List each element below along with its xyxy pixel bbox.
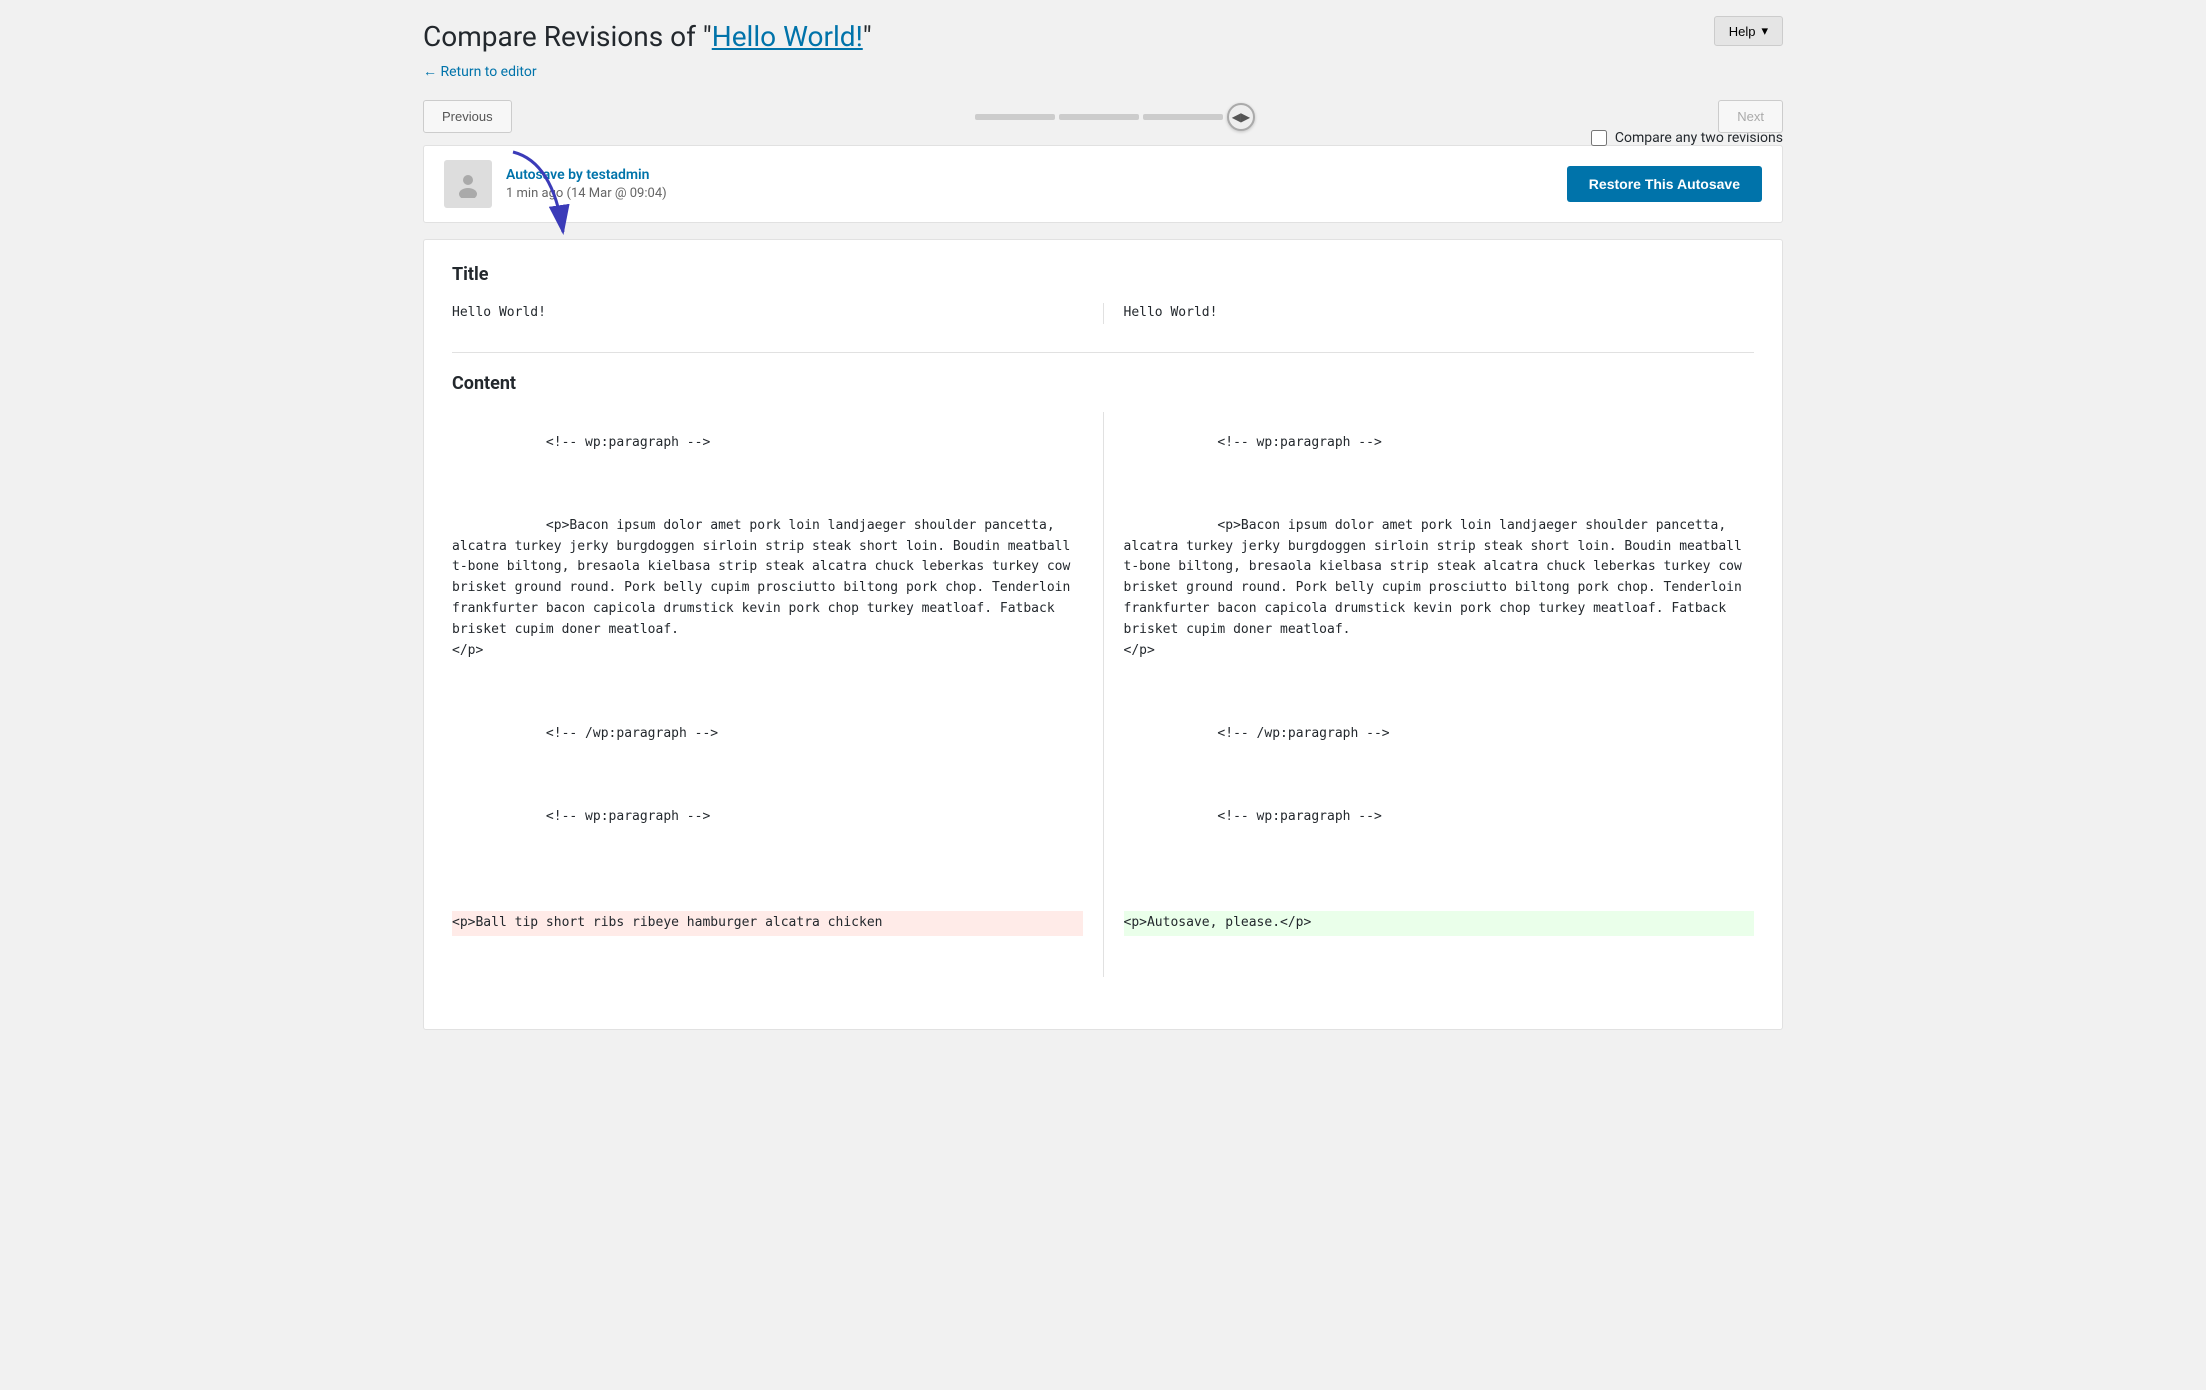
diff-title-section: Title Hello World! Hello World! <box>452 264 1754 324</box>
title-section-heading: Title <box>452 264 1754 285</box>
help-button[interactable]: Help ▾ <box>1714 16 1783 46</box>
time-ago: 1 min ago <box>506 186 563 201</box>
right-comment-close: <!-- /wp:paragraph --> <box>1217 726 1389 741</box>
diff-area: Title Hello World! Hello World! Content … <box>423 239 1783 1030</box>
content-left-block-5: <p>Ball tip short ribs ribeye hamburger … <box>452 869 1083 977</box>
section-divider <box>452 352 1754 353</box>
content-left-block-2: <p>Bacon ipsum dolor amet pork loin land… <box>452 495 1083 682</box>
slider-track <box>975 114 1223 120</box>
content-right-block-3: <!-- /wp:paragraph --> <box>1124 703 1755 765</box>
left-paragraph-1: <p>Bacon ipsum dolor amet pork loin land… <box>452 518 1078 658</box>
content-diff-columns: <!-- wp:paragraph --> <p>Bacon ipsum dol… <box>452 412 1754 978</box>
content-left-block-4: <!-- wp:paragraph --> <box>452 786 1083 848</box>
left-comment-open-2: <!-- wp:paragraph --> <box>546 809 710 824</box>
content-left-col: <!-- wp:paragraph --> <p>Bacon ipsum dol… <box>452 412 1103 978</box>
autosave-label: Autosave by testadmin <box>506 167 667 183</box>
slider-segment <box>975 114 1055 120</box>
left-comment-close: <!-- /wp:paragraph --> <box>546 726 718 741</box>
help-label: Help <box>1729 24 1756 39</box>
title-left-value: Hello World! <box>452 305 546 320</box>
page-title: Compare Revisions of "Hello World!" <box>423 20 1783 53</box>
title-right-value: Hello World! <box>1124 305 1218 320</box>
revision-bar: Autosave by testadmin 1 min ago (14 Mar … <box>423 145 1783 223</box>
help-chevron-icon: ▾ <box>1761 23 1768 39</box>
content-section-heading: Content <box>452 373 1754 394</box>
revision-date: (14 Mar @ 09:04) <box>567 186 667 201</box>
title-suffix: " <box>863 20 872 53</box>
content-right-col: <!-- wp:paragraph --> <p>Bacon ipsum dol… <box>1103 412 1755 978</box>
revision-meta: Autosave by testadmin 1 min ago (14 Mar … <box>506 167 667 201</box>
content-right-block-5: <p>Autosave, please.</p> <box>1124 869 1755 977</box>
left-deleted-content: <p>Ball tip short ribs ribeye hamburger … <box>452 911 1083 936</box>
title-diff-columns: Hello World! Hello World! <box>452 303 1754 324</box>
next-button[interactable]: Next <box>1718 100 1783 133</box>
content-left-block-3: <!-- /wp:paragraph --> <box>452 703 1083 765</box>
diff-content-section: Content <!-- wp:paragraph --> <p>Bacon i… <box>452 373 1754 978</box>
revision-author: testadmin <box>586 167 649 183</box>
avatar <box>444 160 492 208</box>
revision-info-left: Autosave by testadmin 1 min ago (14 Mar … <box>444 160 667 208</box>
title-right-col: Hello World! <box>1103 303 1755 324</box>
left-comment-open: <!-- wp:paragraph --> <box>546 435 710 450</box>
title-left-col: Hello World! <box>452 303 1103 324</box>
content-right-block-1: <!-- wp:paragraph --> <box>1124 412 1755 474</box>
content-left-block-1: <!-- wp:paragraph --> <box>452 412 1083 474</box>
right-comment-open-2: <!-- wp:paragraph --> <box>1217 809 1381 824</box>
revision-slider[interactable]: ◀▶ <box>512 103 1719 131</box>
title-prefix: Compare Revisions of " <box>423 20 712 53</box>
right-paragraph-1: <p>Bacon ipsum dolor amet pork loin land… <box>1124 518 1750 658</box>
slider-segment <box>1143 114 1223 120</box>
revision-timestamp: 1 min ago (14 Mar @ 09:04) <box>506 186 667 201</box>
content-right-block-4: <!-- wp:paragraph --> <box>1124 786 1755 848</box>
right-comment-open: <!-- wp:paragraph --> <box>1217 435 1381 450</box>
right-added-content: <p>Autosave, please.</p> <box>1124 911 1755 936</box>
previous-button[interactable]: Previous <box>423 100 512 133</box>
autosave-prefix: Autosave by <box>506 167 586 183</box>
content-right-block-2: <p>Bacon ipsum dolor amet pork loin land… <box>1124 495 1755 682</box>
revision-nav-row: Previous ◀▶ Next <box>423 100 1783 133</box>
post-title-link[interactable]: Hello World! <box>712 20 863 53</box>
return-to-editor-link[interactable]: ← Return to editor <box>423 63 537 80</box>
slider-thumb[interactable]: ◀▶ <box>1227 103 1255 131</box>
restore-autosave-button[interactable]: Restore This Autosave <box>1567 166 1762 202</box>
slider-segment <box>1059 114 1139 120</box>
